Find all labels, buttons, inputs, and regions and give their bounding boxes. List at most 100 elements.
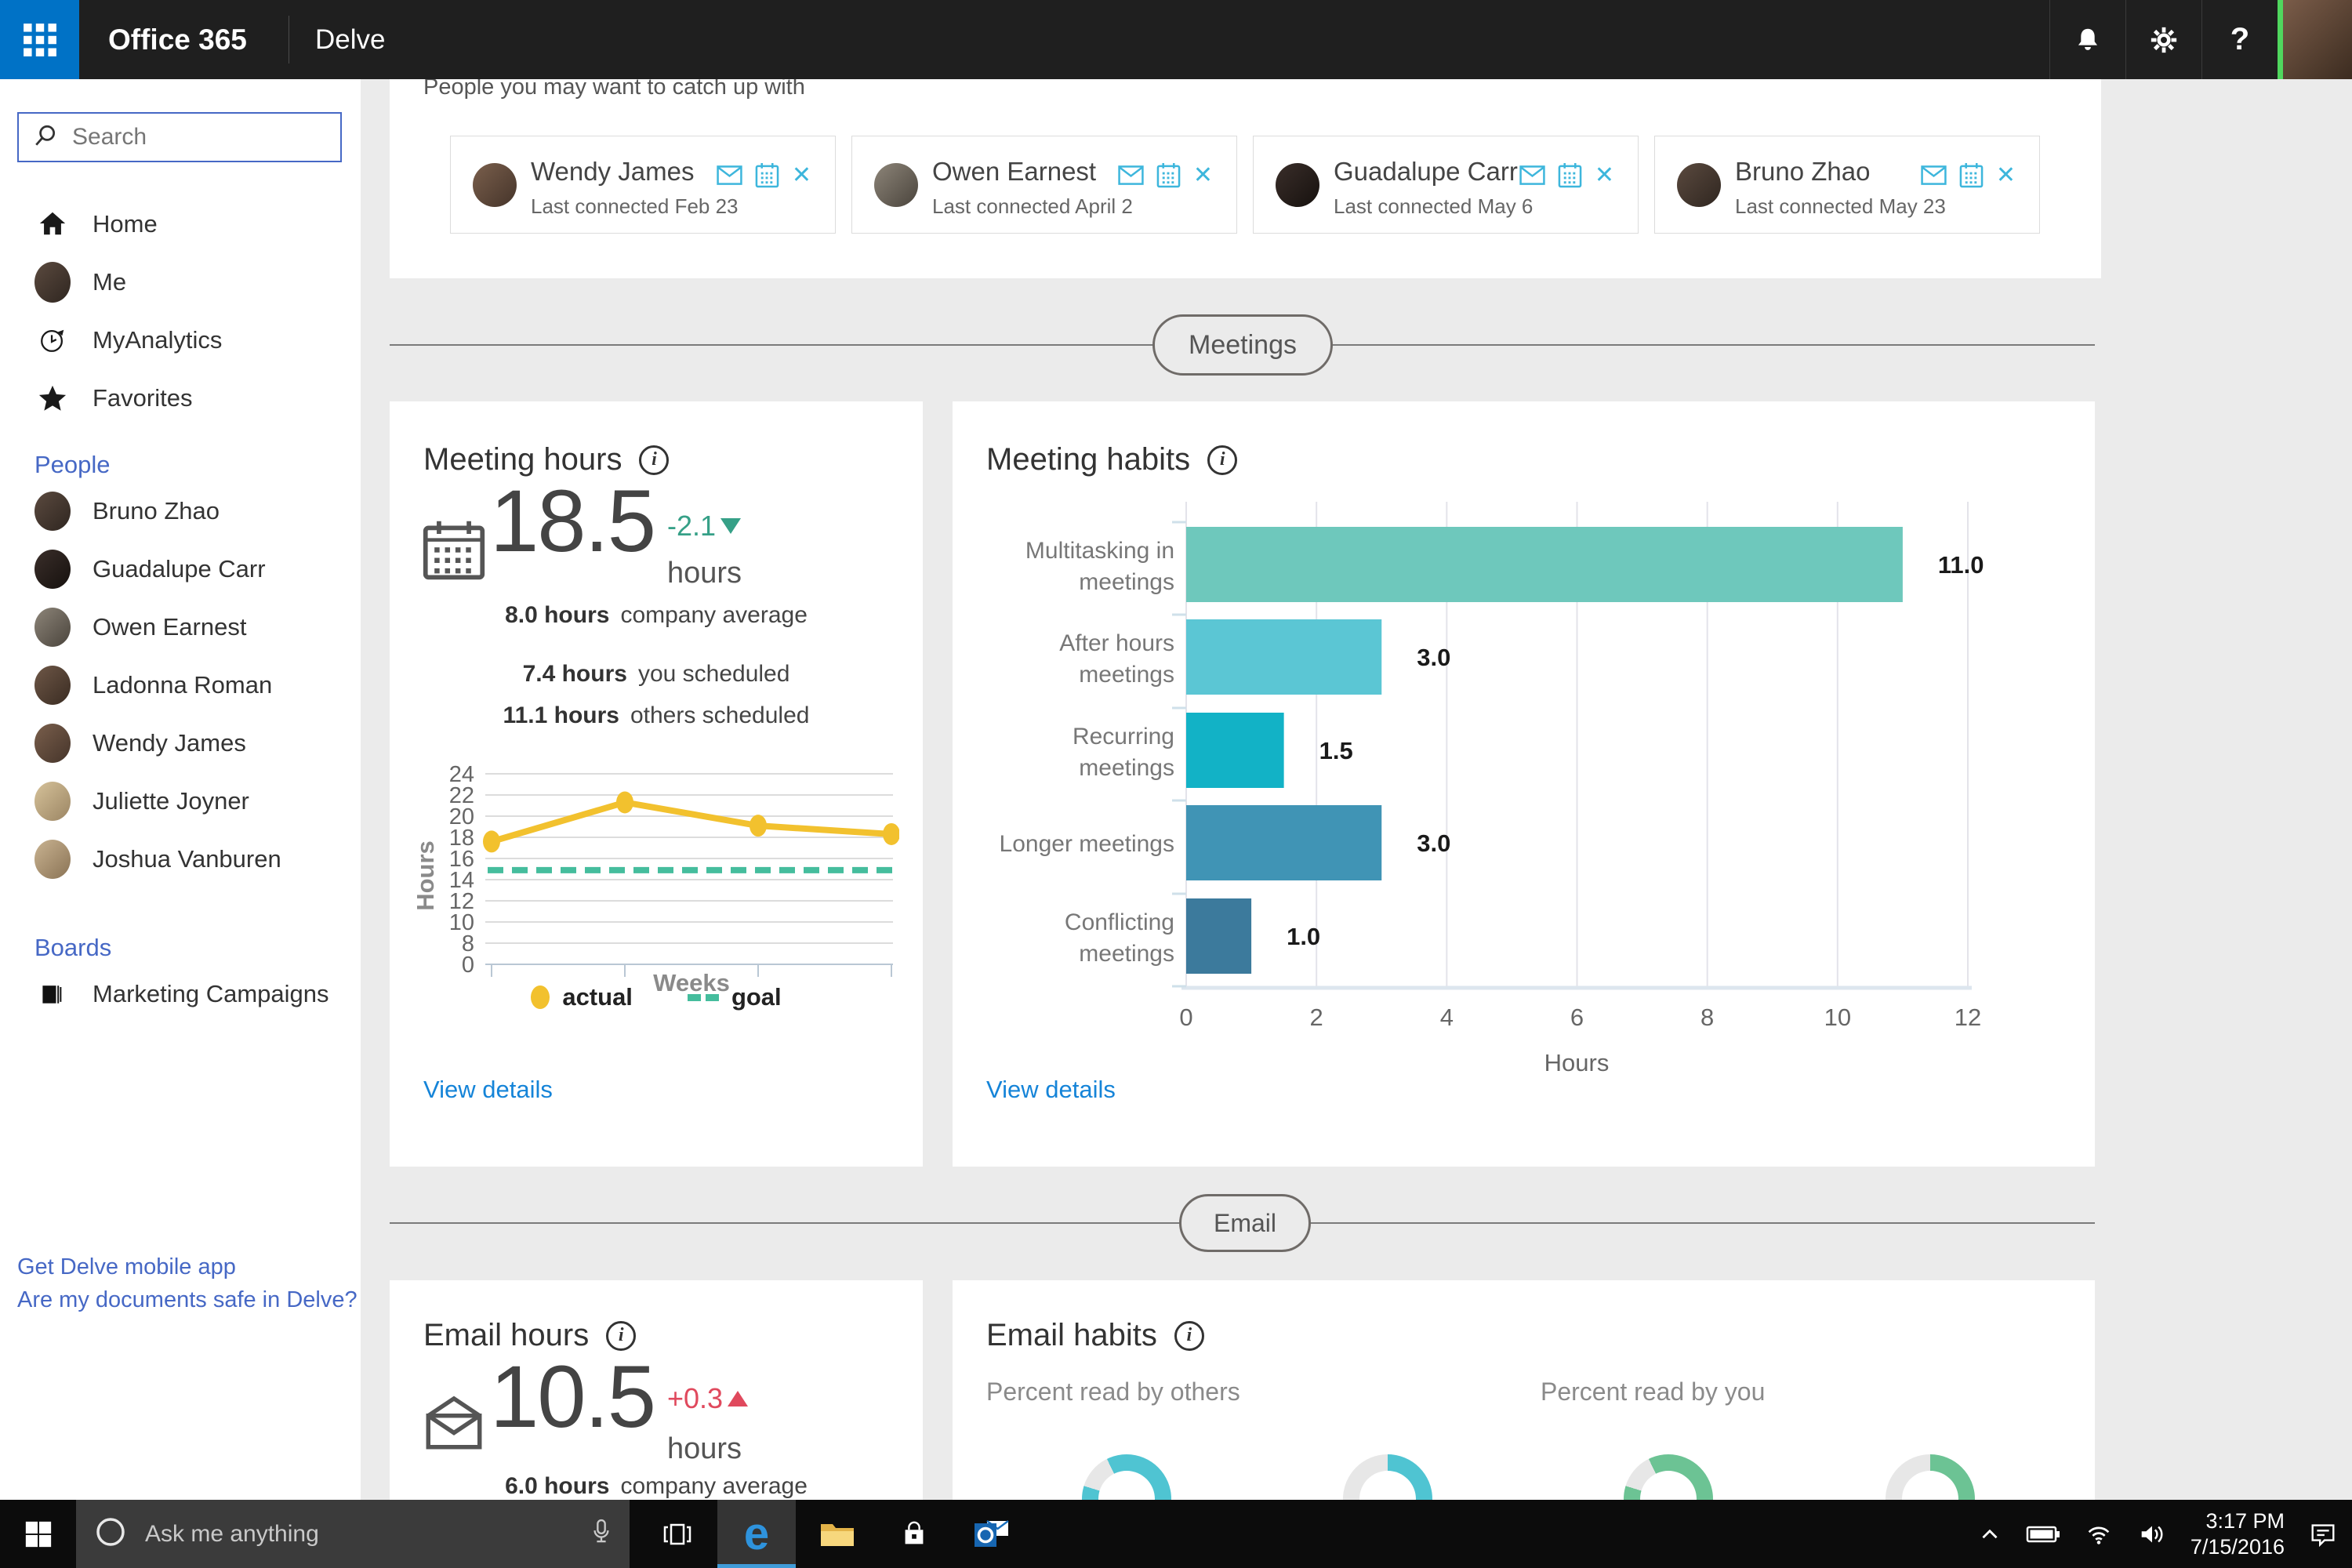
sidebar-item-me[interactable]: Me	[0, 253, 361, 311]
stat-line: 8.0 hourscompany average	[390, 602, 923, 629]
info-icon[interactable]: i	[1174, 1321, 1204, 1351]
percent-read-by-others-label: Percent read by others	[986, 1377, 1240, 1406]
boards-header: Boards	[0, 931, 361, 965]
outlook-icon[interactable]	[954, 1500, 1029, 1568]
action-center-icon[interactable]	[2308, 1519, 2338, 1549]
topbar-actions: ?	[2049, 0, 2352, 79]
system-tray: 3:17 PM 7/15/2016	[1977, 1500, 2338, 1568]
email-icon[interactable]	[1519, 165, 1545, 186]
catchup-panel: People you may want to catch up with Wen…	[390, 79, 2101, 278]
store-icon[interactable]	[878, 1500, 950, 1568]
email-hours-delta: +0.3	[667, 1382, 748, 1415]
bell-icon[interactable]	[2049, 0, 2125, 79]
microphone-icon[interactable]	[590, 1517, 612, 1551]
sidebar-person-name: Joshua Vanburen	[93, 845, 281, 873]
email-icon[interactable]	[1118, 165, 1144, 186]
meeting-hours-delta: -2.1	[667, 510, 741, 543]
meeting-hours-unit: hours	[667, 557, 742, 590]
start-icon[interactable]	[0, 1500, 76, 1568]
svg-text:3.0: 3.0	[1417, 644, 1450, 671]
avatar	[34, 666, 71, 705]
email-hours-unit: hours	[667, 1432, 742, 1466]
taskbar-search-input[interactable]	[145, 1521, 573, 1548]
avatar	[34, 782, 71, 821]
sidebar-person-wendy-james[interactable]: Wendy James	[0, 714, 361, 772]
svg-text:Hours: Hours	[413, 840, 439, 911]
battery-icon[interactable]	[2026, 1524, 2060, 1544]
sidebar-board-marketing-campaigns[interactable]: Marketing Campaigns	[0, 965, 361, 1023]
avatar	[34, 724, 71, 763]
sidebar-person-joshua-vanburen[interactable]: Joshua Vanburen	[0, 830, 361, 888]
catchup-card-actions: ✕	[1921, 162, 2016, 189]
gear-icon[interactable]	[2125, 0, 2201, 79]
file-explorer-icon[interactable]	[800, 1500, 874, 1568]
sidebar-person-bruno-zhao[interactable]: Bruno Zhao	[0, 482, 361, 540]
svg-text:meetings: meetings	[1079, 941, 1174, 967]
brand-title[interactable]: Office 365	[108, 0, 247, 79]
sidebar-link-get-delve-mobile-app[interactable]: Get Delve mobile app	[17, 1250, 358, 1283]
sidebar-item-myanalytics[interactable]: MyAnalytics	[0, 311, 361, 369]
speaker-icon[interactable]	[2137, 1519, 2167, 1549]
dismiss-icon[interactable]: ✕	[1996, 162, 2016, 189]
task-view-icon[interactable]	[641, 1500, 713, 1568]
catchup-card[interactable]: Owen EarnestLast connected April 2✕	[851, 136, 1237, 234]
calendar-icon[interactable]	[755, 162, 779, 188]
legend-goal-marker	[688, 994, 719, 1001]
sidebar-person-owen-earnest[interactable]: Owen Earnest	[0, 598, 361, 656]
search-input[interactable]	[72, 124, 326, 151]
svg-text:12: 12	[1955, 1004, 1981, 1031]
info-icon[interactable]: i	[1207, 445, 1237, 475]
calendar-icon[interactable]	[1156, 162, 1181, 188]
app-launcher-icon[interactable]	[0, 0, 79, 79]
catchup-card[interactable]: Guadalupe CarrLast connected May 6✕	[1253, 136, 1639, 234]
svg-text:Longer meetings: Longer meetings	[1000, 831, 1174, 857]
sidebar-item-home[interactable]: Home	[0, 195, 361, 253]
calendar-icon[interactable]	[1959, 162, 1984, 188]
meeting-habits-bar-chart: 11.0Multitasking inmeetings3.0After hour…	[953, 495, 2095, 1095]
sidebar-boards-section: Boards Marketing Campaigns	[0, 931, 361, 1023]
sidebar-person-guadalupe-carr[interactable]: Guadalupe Carr	[0, 540, 361, 598]
avatar	[34, 840, 71, 879]
catchup-card-last-connected: Last connected May 23	[1735, 194, 1946, 219]
catchup-card[interactable]: Bruno Zhao Last connected May 23 ✕	[1654, 136, 2040, 234]
sidebar-person-name: Owen Earnest	[93, 613, 246, 641]
sidebar-item-favorites[interactable]: Favorites	[0, 369, 361, 427]
sidebar-person-name: Guadalupe Carr	[93, 555, 266, 583]
sidebar-person-ladonna-roman[interactable]: Ladonna Roman	[0, 656, 361, 714]
search-icon	[33, 123, 58, 152]
sidebar-link-are-my-documents-saf[interactable]: Are my documents safe in Delve?	[17, 1283, 358, 1316]
meeting-hours-view-details-link[interactable]: View details	[423, 1076, 553, 1104]
catchup-card[interactable]: Wendy JamesLast connected Feb 23✕	[450, 136, 836, 234]
sidebar-person-juliette-joyner[interactable]: Juliette Joyner	[0, 772, 361, 830]
svg-text:24: 24	[449, 762, 474, 787]
edge-icon[interactable]: e	[717, 1500, 796, 1568]
chevron-up-icon[interactable]	[1977, 1522, 2002, 1547]
svg-text:11.0: 11.0	[1938, 551, 1984, 579]
sidebar-item-label: Favorites	[93, 384, 192, 412]
svg-text:Multitasking in: Multitasking in	[1025, 538, 1174, 564]
taskbar-clock[interactable]: 3:17 PM 7/15/2016	[2190, 1508, 2285, 1560]
email-icon[interactable]	[717, 165, 742, 186]
dismiss-icon[interactable]: ✕	[1595, 162, 1614, 189]
calendar-icon[interactable]	[1558, 162, 1582, 188]
board-icon	[34, 980, 71, 1008]
sidebar-item-label: MyAnalytics	[93, 326, 222, 354]
user-avatar[interactable]	[2278, 0, 2352, 79]
svg-text:Conflicting: Conflicting	[1065, 909, 1174, 935]
wifi-icon[interactable]	[2084, 1519, 2114, 1549]
cortana-icon[interactable]	[93, 1515, 128, 1553]
catchup-card-name: Bruno Zhao	[1735, 157, 1870, 187]
svg-text:1.5: 1.5	[1319, 737, 1353, 764]
meeting-habits-view-details-link[interactable]: View details	[986, 1076, 1116, 1104]
page-title: Delve	[315, 0, 385, 79]
svg-text:4: 4	[1440, 1004, 1454, 1031]
sidebar-board-name: Marketing Campaigns	[93, 980, 329, 1008]
email-habits-title: Email habits	[986, 1318, 1157, 1353]
clock-time: 3:17 PM	[2190, 1508, 2285, 1534]
svg-text:meetings: meetings	[1079, 662, 1174, 688]
dismiss-icon[interactable]: ✕	[1193, 162, 1213, 189]
dismiss-icon[interactable]: ✕	[792, 162, 811, 189]
email-icon[interactable]	[1921, 165, 1947, 186]
help-icon[interactable]: ?	[2201, 0, 2278, 79]
home-icon	[34, 209, 71, 239]
